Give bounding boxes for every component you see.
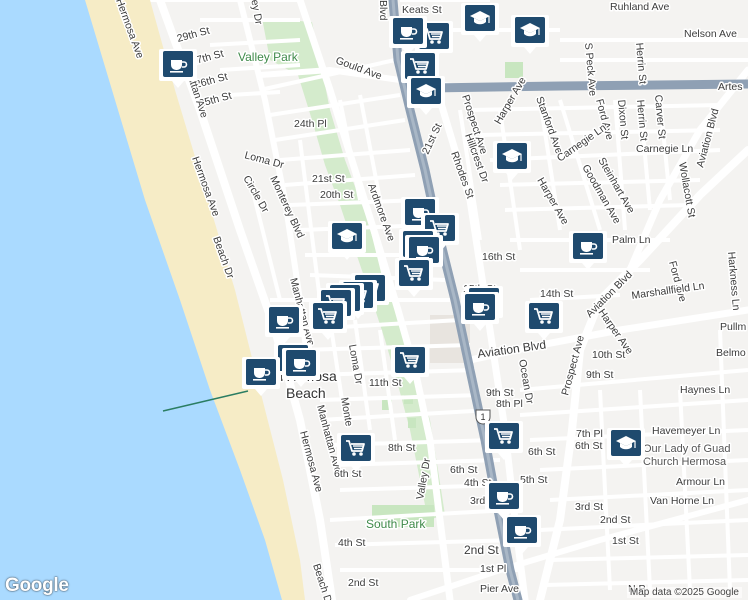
street-label: 11th St xyxy=(369,377,402,389)
street-label: Belmo xyxy=(716,347,746,359)
map-view[interactable]: 1 Keats St Ruhland Ave Nelson Ave 29th S… xyxy=(0,0,748,600)
street-label: 21st St xyxy=(312,173,345,185)
street-label: 10th St xyxy=(592,349,625,361)
street-label: Van Horne Ln xyxy=(650,495,714,507)
street-label: 6th St xyxy=(528,446,556,458)
street-label: 5th St xyxy=(520,474,548,486)
route-shield-label: 1 xyxy=(480,412,485,422)
street-label: 8th Pl xyxy=(496,398,523,410)
street-label: 2nd St xyxy=(600,514,630,526)
google-logo: Google xyxy=(5,575,69,596)
street-label: Armour Ln xyxy=(676,476,725,488)
street-label: 3rd St xyxy=(575,501,603,513)
street-label: Havemeyer Ln xyxy=(652,425,720,437)
street-label: Nelson Ave xyxy=(684,28,737,40)
street-label: 16th St xyxy=(482,251,515,263)
street-label: 4th St xyxy=(338,537,366,549)
street-label: Palm Ln xyxy=(612,234,651,246)
church-label: Church Hermosa xyxy=(643,456,727,468)
street-label: 6th St xyxy=(450,464,478,476)
map-attribution: Map data ©2025 Google xyxy=(626,587,742,598)
street-label: Carnegie Ln xyxy=(636,143,693,155)
street-label: Haynes Ln xyxy=(680,384,730,396)
street-label: Pullm xyxy=(720,321,747,333)
park-label: Valley Park xyxy=(238,50,299,64)
park-label: South Park xyxy=(366,517,426,531)
street-label: 9th St xyxy=(586,369,614,381)
church-label: Our Lady of Guad xyxy=(643,443,730,455)
street-label: 20th St xyxy=(320,189,353,201)
park-block xyxy=(505,62,523,78)
street-label: 1st Pl xyxy=(480,563,506,575)
street-label: 2nd St xyxy=(464,543,499,557)
street-label: 6th St xyxy=(575,440,603,452)
street-label: 14th St xyxy=(540,288,573,300)
street-label: Blvd xyxy=(377,0,389,21)
street-label: 7th Pl xyxy=(576,428,603,440)
street-label: Artes xyxy=(718,81,743,93)
street-label: 24th Pl xyxy=(294,118,327,130)
street-label: Pier Ave xyxy=(480,583,519,595)
map-canvas[interactable]: 1 Keats St Ruhland Ave Nelson Ave 29th S… xyxy=(0,0,748,600)
street-label: Ruhland Ave xyxy=(610,1,670,13)
park-block xyxy=(408,418,416,428)
street-label: 2nd St xyxy=(348,577,378,589)
street-label: Keats St xyxy=(402,4,442,16)
city-label: Beach xyxy=(286,385,326,401)
street-label: 1st St xyxy=(612,535,639,547)
street-label: 8th St xyxy=(388,442,416,454)
